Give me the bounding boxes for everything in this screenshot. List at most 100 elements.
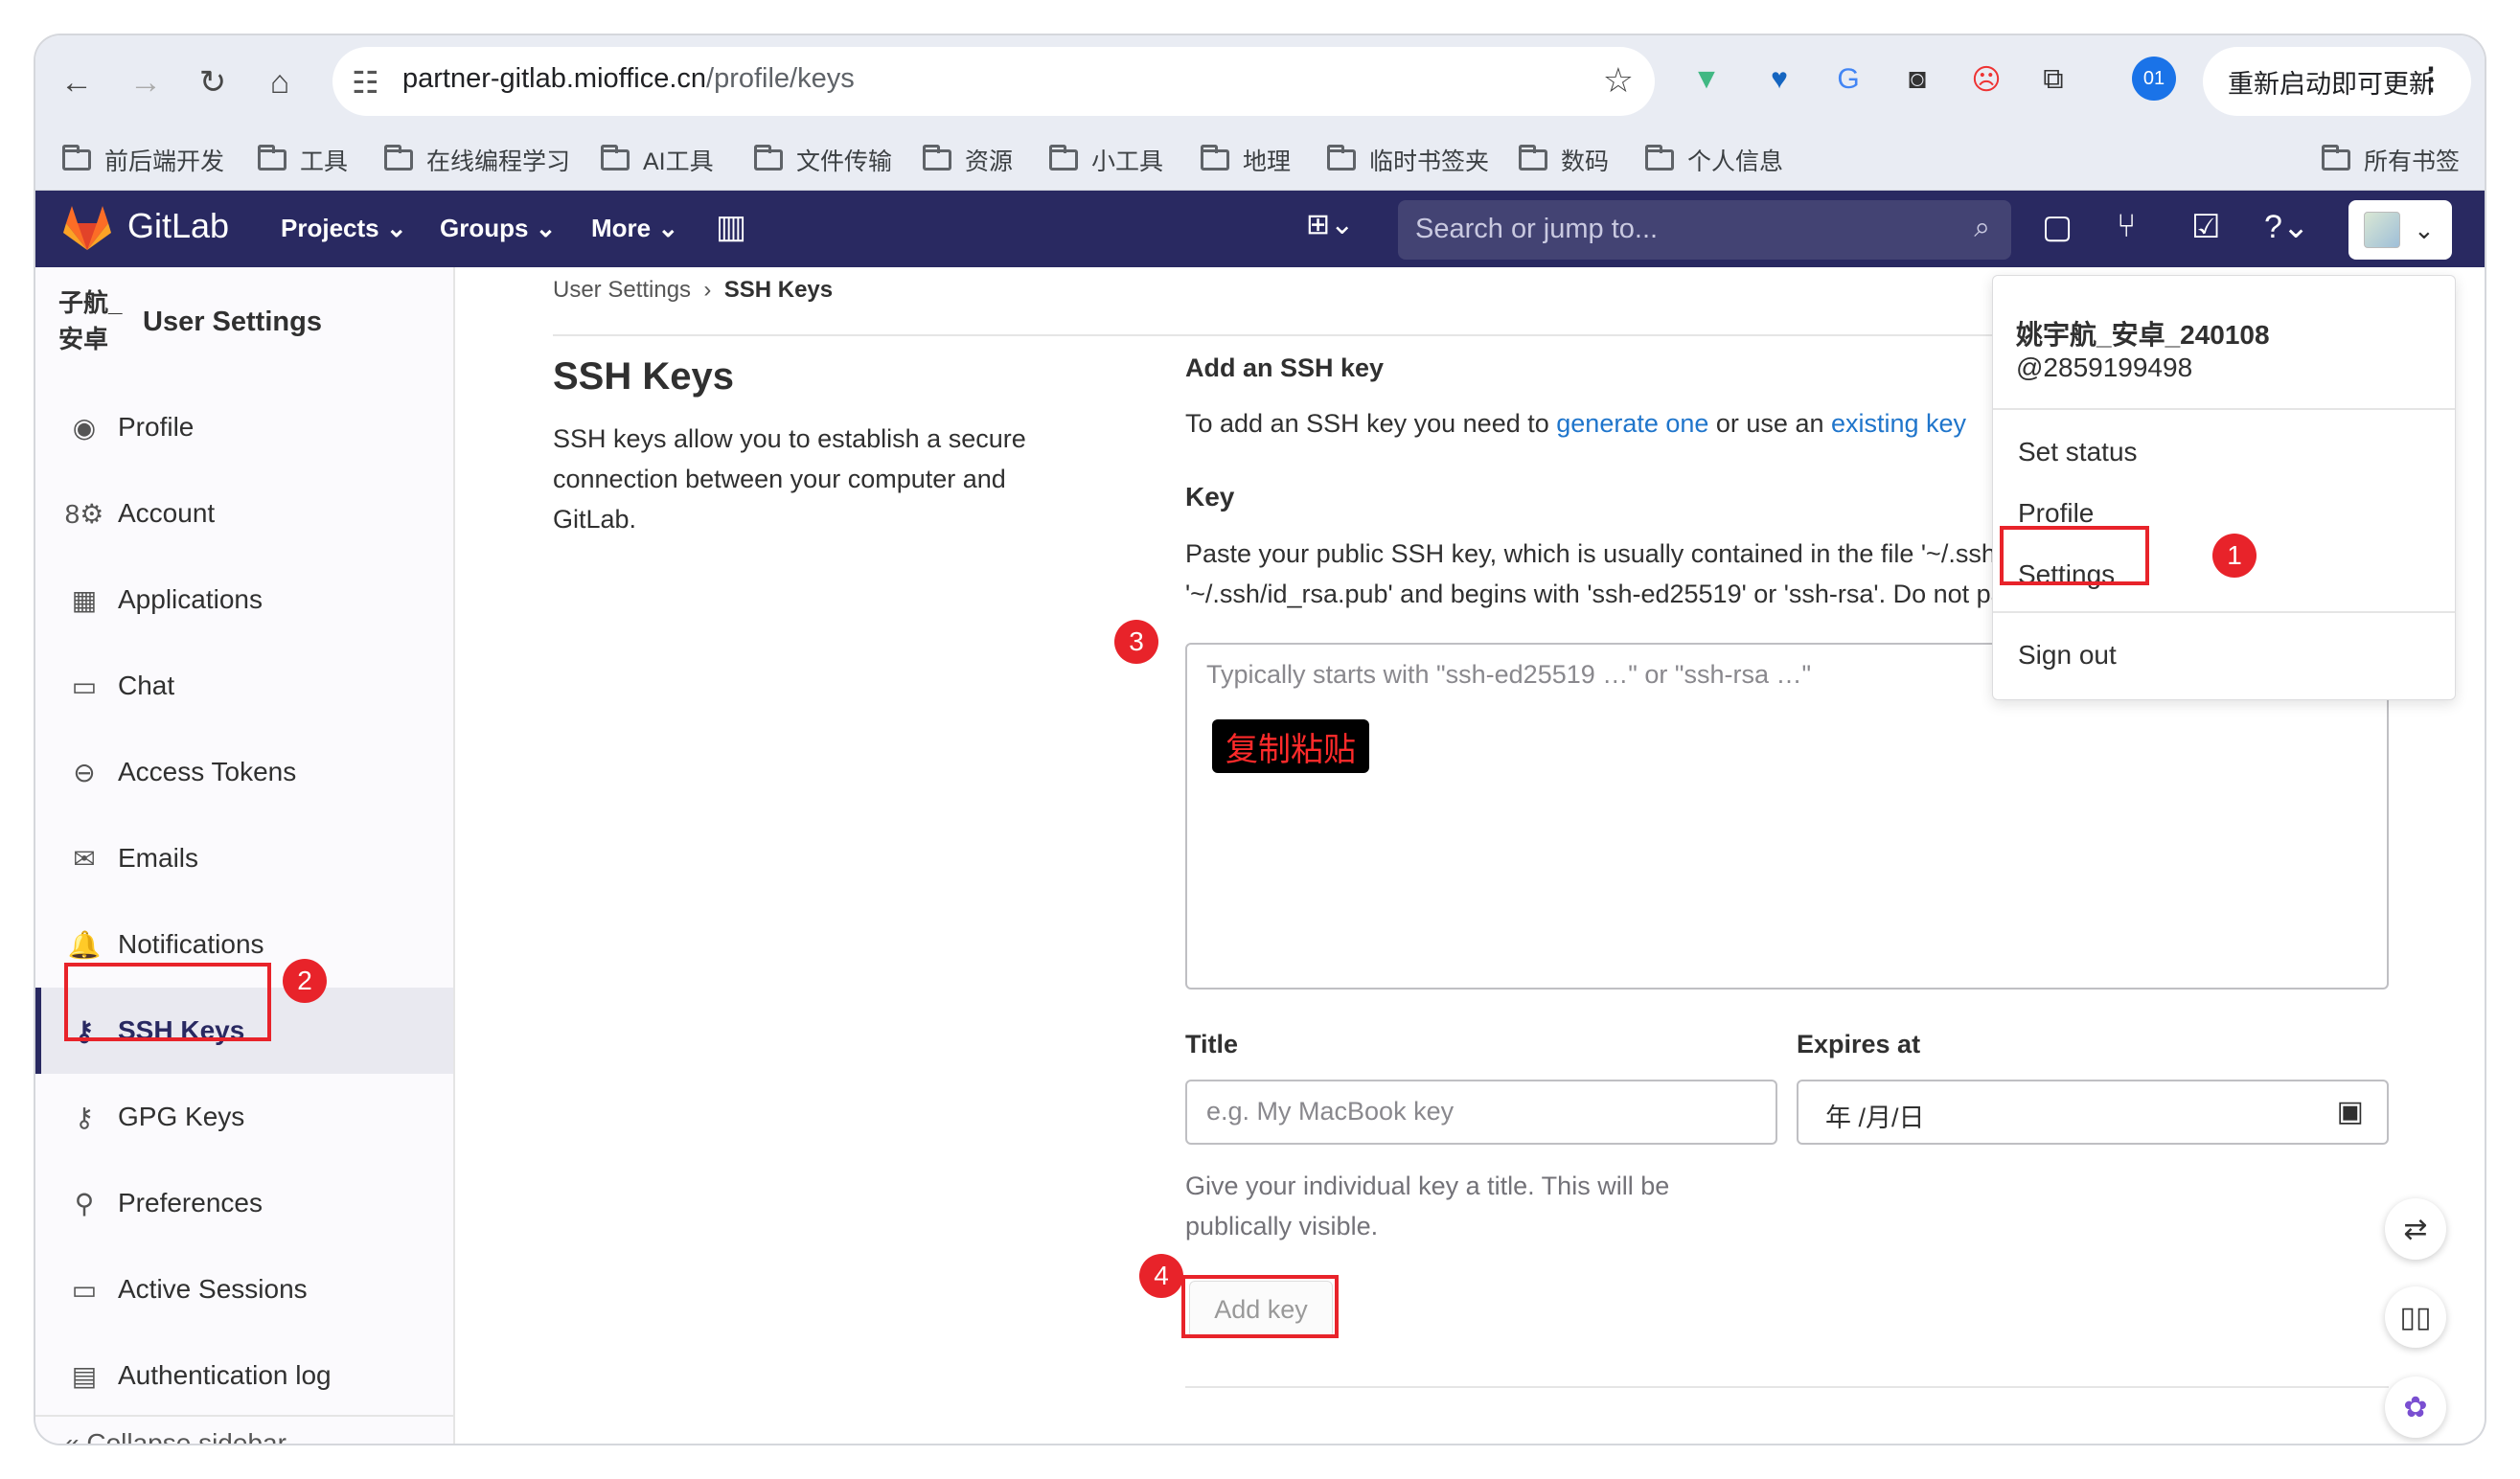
gitlab-brand[interactable]: GitLab [127, 206, 229, 246]
sidebar-item-emails[interactable]: ✉ Emails [35, 815, 453, 901]
update-label: 重新启动即可更新 [2228, 69, 2435, 99]
folder-icon [754, 145, 783, 171]
translate-extension-icon[interactable]: G [1825, 57, 1871, 102]
email-icon: ✉ [73, 843, 96, 874]
issues-icon[interactable]: ▢ [2042, 208, 2073, 246]
chevron-down-icon: ⌄ [2414, 215, 2435, 244]
bookmarks-bar: 前后端开发 工具 在线编程学习 AI工具 文件传输 资源 小工具 地理 临时书签… [35, 129, 2485, 191]
extensions-puzzle-icon[interactable]: ⧉ [2030, 57, 2076, 102]
translate-icon[interactable]: ⇄ [2385, 1198, 2446, 1260]
sidebar-item-access-tokens[interactable]: ⊖ Access Tokens [35, 729, 453, 815]
bookmark-star-icon[interactable]: ☆ [1603, 60, 1634, 101]
account-icon: 8⚙ [64, 498, 104, 529]
browser-window: ← → ↻ ⌂ ☷ partner-gitlab.mioffice.cn/pro… [35, 35, 2485, 1444]
bookmark-folder[interactable]: 小工具 [1049, 143, 1163, 177]
merge-requests-icon[interactable]: ⑂ [2117, 208, 2136, 245]
all-bookmarks[interactable]: 所有书签 [2322, 143, 2460, 177]
sidebar-item-preferences[interactable]: ⚲ Preferences [35, 1160, 453, 1246]
vue-extension-icon[interactable]: ▼ [1684, 57, 1730, 102]
folder-icon [1327, 145, 1356, 171]
sidebar-item-chat[interactable]: ▭ Chat [35, 643, 453, 729]
forward-icon[interactable]: → [122, 58, 170, 106]
annotation-box-settings [2000, 526, 2149, 585]
annotation-box-ssh-keys [64, 963, 271, 1041]
existing-key-link[interactable]: existing key [1831, 409, 1966, 438]
folder-icon [384, 145, 413, 171]
reader-icon[interactable]: ▯▯ [2385, 1286, 2446, 1348]
bookmark-folder[interactable]: 个人信息 [1645, 143, 1783, 177]
user-handle: @2859199498 [2016, 353, 2193, 382]
settings-sidebar: 子航_安卓 User Settings ◉ Profile 8⚙ Account ▦… [35, 267, 455, 1444]
collapse-sidebar-button[interactable]: « Collapse sidebar [35, 1415, 453, 1444]
add-ssh-key-intro: To add an SSH key you need to generate o… [1185, 409, 1967, 438]
back-icon[interactable]: ← [53, 58, 101, 106]
menu-item-set-status[interactable]: Set status [2018, 437, 2138, 467]
sidebar-item-active-sessions[interactable]: ▭ Active Sessions [35, 1246, 453, 1332]
preferences-icon: ⚲ [74, 1188, 95, 1218]
step-badge-4: 4 [1139, 1254, 1183, 1298]
menu-item-profile[interactable]: Profile [2018, 498, 2094, 529]
update-button[interactable]: 重新启动即可更新 ⋮ [2203, 47, 2471, 116]
menu-dots-icon[interactable]: ⋮ [2416, 60, 2446, 97]
search-icon: ⌕ [1974, 212, 1990, 243]
log-icon: ▤ [71, 1360, 98, 1391]
bookmark-folder[interactable]: 文件传输 [754, 143, 892, 177]
url-text: partner-gitlab.mioffice.cn/profile/keys [402, 63, 855, 94]
menu-item-sign-out[interactable]: Sign out [2018, 640, 2117, 671]
todo-icon[interactable]: ☑ [2191, 208, 2220, 246]
sidebar-item-gpg-keys[interactable]: ⚷ GPG Keys [35, 1074, 453, 1160]
folder-icon [2322, 145, 2350, 171]
applications-icon: ▦ [71, 584, 98, 615]
bookmark-folder[interactable]: AI工具 [601, 143, 714, 177]
sidebar-item-account[interactable]: 8⚙ Account [35, 470, 453, 557]
groups-menu[interactable]: Groups ⌄ [440, 214, 556, 243]
reload-icon[interactable]: ↻ [189, 58, 237, 106]
folder-icon [601, 145, 630, 171]
ai-brain-icon[interactable]: ✿ [2385, 1377, 2446, 1438]
sidebar-item-authentication-log[interactable]: ▤ Authentication log [35, 1332, 453, 1419]
bookmark-folder[interactable]: 地理 [1201, 143, 1291, 177]
step-badge-2: 2 [283, 959, 327, 1003]
new-item-icon[interactable]: ⊞⌄ [1306, 208, 1354, 241]
title-input[interactable]: e.g. My MacBook key [1185, 1080, 1777, 1145]
sidebar-header[interactable]: 子航_安卓 User Settings [58, 284, 322, 359]
browser-toolbar: ← → ↻ ⌂ ☷ partner-gitlab.mioffice.cn/pro… [35, 35, 2485, 129]
folder-icon [1519, 145, 1547, 171]
bookmark-folder[interactable]: 前后端开发 [62, 143, 224, 177]
breadcrumb-parent[interactable]: User Settings [553, 277, 691, 303]
step-badge-3: 3 [1114, 620, 1158, 664]
bookmark-folder[interactable]: 资源 [923, 143, 1013, 177]
projects-menu[interactable]: Projects ⌄ [281, 214, 407, 243]
breadcrumb: User Settings › SSH Keys [553, 277, 834, 303]
bookmark-folder[interactable]: 在线编程学习 [384, 143, 570, 177]
more-menu[interactable]: More ⌄ [591, 214, 678, 243]
home-icon[interactable]: ⌂ [256, 58, 304, 106]
annotation-box-add-key [1181, 1275, 1339, 1338]
bookmark-folder[interactable]: 数码 [1519, 143, 1609, 177]
avatar [2364, 212, 2400, 248]
extension-icon[interactable]: ☹ [1963, 57, 2009, 102]
key-help-text: Paste your public SSH key, which is usua… [1185, 539, 2030, 608]
extension-icon[interactable]: ◙ [1894, 57, 1940, 102]
extension-icon[interactable]: ♥ [1756, 57, 1802, 102]
divider [1993, 408, 2455, 410]
generate-one-link[interactable]: generate one [1556, 409, 1708, 438]
folder-icon [62, 145, 91, 171]
search-input[interactable]: Search or jump to... ⌕ [1398, 200, 2011, 260]
gitlab-navbar: GitLab Projects ⌄ Groups ⌄ More ⌄ ▥ ⊞⌄ S… [35, 191, 2485, 267]
help-icon[interactable]: ?⌄ [2264, 208, 2309, 246]
activity-chart-icon[interactable]: ▥ [716, 208, 746, 246]
address-bar[interactable]: ☷ partner-gitlab.mioffice.cn/profile/key… [332, 47, 1655, 116]
sidebar-item-profile[interactable]: ◉ Profile [35, 384, 453, 470]
bookmark-folder[interactable]: 工具 [258, 143, 348, 177]
calendar-icon[interactable]: ▣ [2337, 1095, 2364, 1128]
user-avatar-button[interactable]: ⌄ [2348, 200, 2452, 260]
divider [1993, 611, 2455, 613]
page-title: SSH Keys [553, 355, 734, 398]
expires-date-input[interactable]: 年 /月/日 ▣ [1797, 1080, 2389, 1145]
sidebar-item-applications[interactable]: ▦ Applications [35, 557, 453, 643]
bookmark-folder[interactable]: 临时书签夹 [1327, 143, 1489, 177]
site-info-icon[interactable]: ☷ [352, 64, 379, 101]
gitlab-logo-icon[interactable] [62, 204, 112, 252]
browser-profile-avatar[interactable]: 01 [2132, 57, 2176, 101]
